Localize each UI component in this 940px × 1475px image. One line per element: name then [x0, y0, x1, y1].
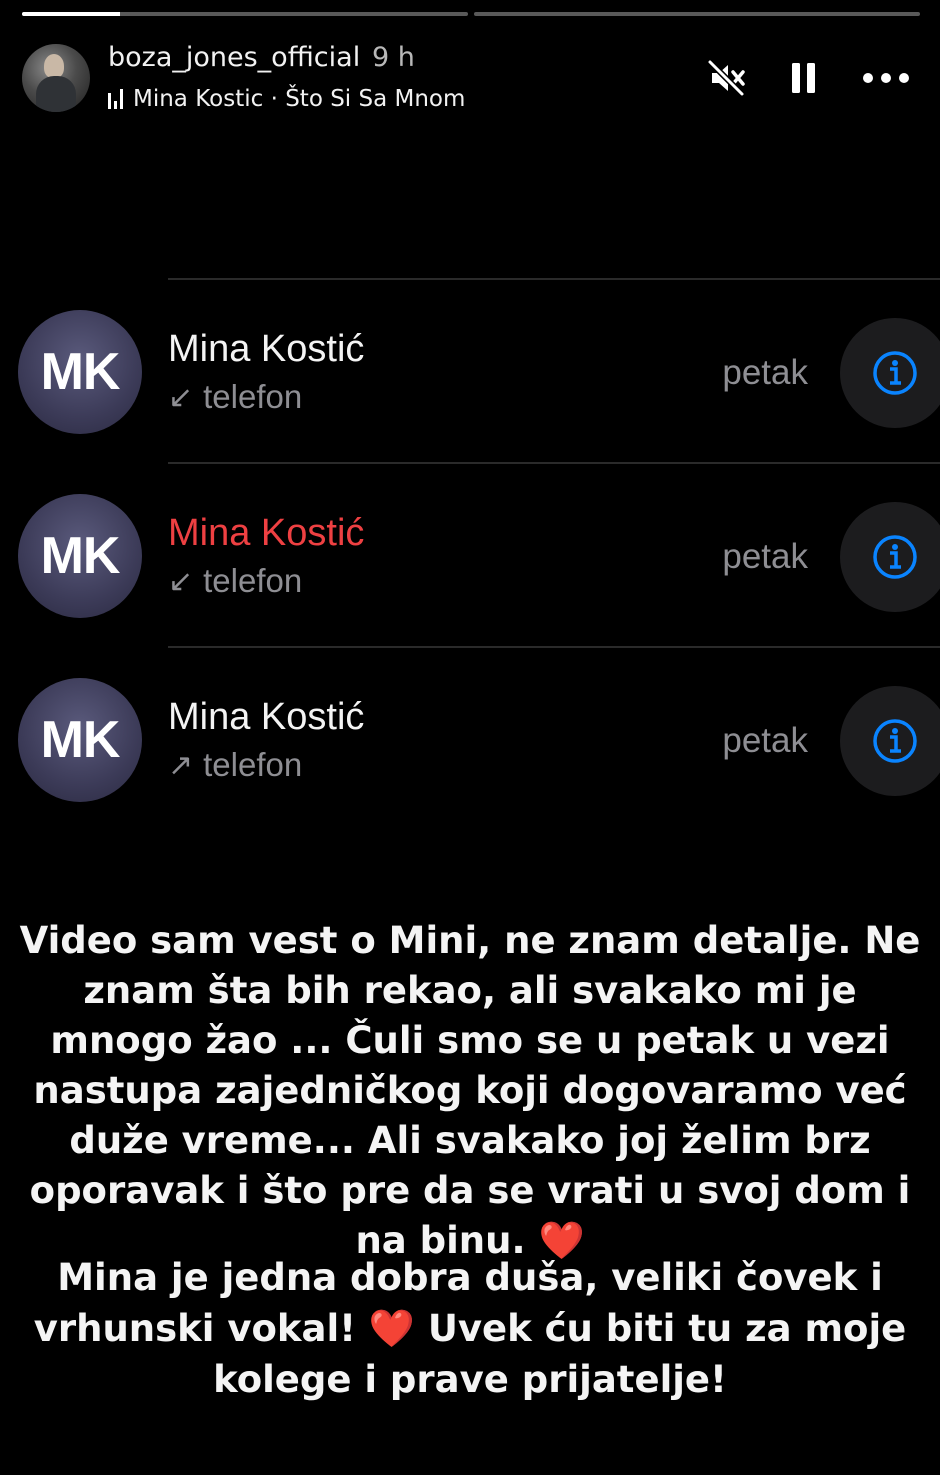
avatar[interactable]: [22, 44, 90, 112]
incoming-call-icon: ↙: [168, 380, 194, 414]
info-icon: [873, 535, 917, 579]
outgoing-call-icon: ↗: [168, 748, 194, 782]
music-bars-icon: [108, 89, 123, 109]
story-controls: [706, 58, 910, 98]
progress-segment-active: [22, 12, 468, 16]
contact-name-missed: Mina Kostić: [168, 512, 365, 554]
incoming-call-icon: ↙: [168, 564, 194, 598]
call-type-label: telefon: [203, 562, 303, 599]
story-text-paragraph-1: Video sam vest o Mini, ne znam detalje. …: [0, 916, 940, 1266]
list-item[interactable]: MK Mina Kostić ↗ telefon petak: [0, 646, 940, 830]
list-item[interactable]: MK Mina Kostić ↙ telefon petak: [0, 278, 940, 462]
contact-name: Mina Kostić: [168, 696, 365, 738]
call-day: petak: [722, 537, 808, 576]
time-ago: 9 h: [372, 42, 415, 73]
story-text: Video sam vest o Mini, ne znam detalje. …: [19, 919, 921, 1262]
call-day: petak: [722, 353, 808, 392]
call-type: ↗ telefon: [168, 746, 302, 784]
contact-name: Mina Kostić: [168, 328, 365, 370]
contact-avatar: MK: [18, 494, 142, 618]
contact-avatar: MK: [18, 310, 142, 434]
info-icon: [873, 719, 917, 763]
story-header: boza_jones_official 9 h Mina Kostic · Št…: [22, 40, 910, 120]
info-button[interactable]: [840, 318, 940, 428]
info-button[interactable]: [840, 502, 940, 612]
music-title: Mina Kostic · Što Si Sa Mnom: [133, 86, 466, 112]
call-type-label: telefon: [203, 746, 303, 783]
pause-icon[interactable]: [784, 58, 824, 98]
music-label[interactable]: Mina Kostic · Što Si Sa Mnom: [108, 86, 465, 112]
call-type: ↙ telefon: [168, 562, 302, 600]
heart-emoji: ❤️: [368, 1307, 415, 1350]
speaker-muted-icon[interactable]: [706, 58, 746, 98]
info-icon: [873, 351, 917, 395]
call-type: ↙ telefon: [168, 378, 302, 416]
call-day: petak: [722, 721, 808, 760]
info-button[interactable]: [840, 686, 940, 796]
list-item[interactable]: MK Mina Kostić ↙ telefon petak: [0, 462, 940, 646]
more-dots-icon[interactable]: [862, 58, 910, 98]
progress-segment: [474, 12, 920, 16]
progress-fill: [22, 12, 121, 16]
story-text-paragraph-2: Mina je jedna dobra duša, veliki čovek i…: [0, 1252, 940, 1405]
story-progress-bar: [22, 12, 920, 16]
call-type-label: telefon: [203, 378, 303, 415]
contact-avatar: MK: [18, 678, 142, 802]
username[interactable]: boza_jones_official: [108, 42, 360, 73]
